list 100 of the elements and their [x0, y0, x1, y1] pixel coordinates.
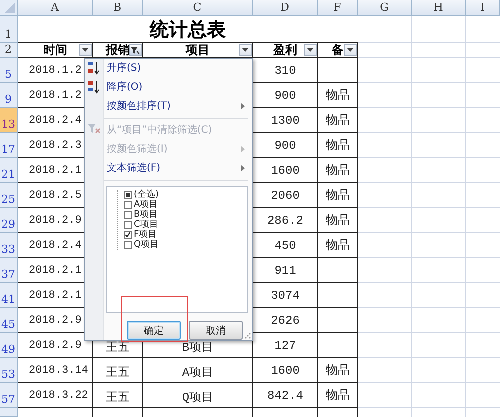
checkbox[interactable] — [124, 190, 132, 199]
menu-item[interactable]: 按颜色排序(T) — [104, 96, 248, 116]
filter-button[interactable] — [304, 44, 317, 56]
table-cell-text: 物品 — [326, 363, 350, 379]
checkbox-label: A项目 — [134, 200, 158, 210]
row-header[interactable]: 57 — [0, 383, 18, 408]
menu-item[interactable]: 升序(S) — [104, 59, 248, 78]
clear-filter-icon — [87, 122, 101, 135]
table-cell-text: 物品 — [326, 113, 350, 129]
column-header[interactable]: I — [466, 0, 500, 16]
checkbox-label: B项目 — [134, 210, 158, 220]
table-cell-text: 物品 — [326, 388, 350, 404]
sort-ascending-icon — [87, 61, 101, 75]
ok-button[interactable]: 确定 — [127, 321, 181, 340]
table-cell: 450 — [274, 238, 296, 252]
table-cell: 2060 — [271, 188, 300, 202]
checkbox[interactable] — [124, 220, 132, 229]
column-header[interactable]: H — [412, 0, 466, 16]
table-cell: 286.2 — [267, 214, 304, 228]
sort-descending-icon — [87, 80, 101, 94]
table-cell: 842.4 — [267, 388, 304, 402]
table-cell: 2018.2.4 — [29, 114, 82, 126]
menu-item[interactable]: 文本筛选(F) — [104, 158, 248, 178]
column-header[interactable]: D — [253, 0, 318, 16]
cancel-button[interactable]: 取消 — [189, 321, 243, 340]
column-header[interactable]: G — [358, 0, 412, 16]
table-cell-text: 王五 — [106, 340, 130, 356]
checkbox-label: (全选) — [134, 190, 160, 200]
table-cell: 2018.1.2 — [29, 64, 82, 76]
menu-item[interactable]: 降序(O) — [104, 78, 248, 97]
filter-icon — [131, 46, 140, 54]
table-cell: 900 — [274, 138, 296, 152]
table-cell-text: B项目 — [182, 340, 214, 356]
table-cell: 2018.3.14 — [29, 364, 88, 376]
filter-button[interactable] — [344, 44, 357, 56]
table-cell-text: 物品 — [326, 188, 350, 204]
table-cell: 2018.2.1 — [29, 264, 82, 276]
checkbox[interactable] — [124, 230, 132, 239]
table-title: 统计总表 — [150, 18, 226, 42]
row-header[interactable]: 25 — [0, 183, 18, 208]
column-heading: 备 — [332, 42, 344, 59]
table-cell: 2018.2.9 — [29, 340, 82, 352]
table-cell-text: 物品 — [326, 213, 350, 229]
column-heading: 盈利 — [274, 42, 298, 59]
row-header[interactable]: 49 — [0, 333, 18, 358]
column-heading: 时间 — [44, 42, 68, 59]
row-header[interactable]: 53 — [0, 358, 18, 383]
table-cell: 2018.2.1 — [29, 164, 82, 176]
row-header[interactable]: 21 — [0, 158, 18, 183]
table-cell-text: 物品 — [326, 138, 350, 154]
filter-button[interactable] — [79, 44, 92, 56]
table-cell: 1300 — [271, 114, 300, 128]
table-cell-text: 王五 — [106, 365, 130, 381]
column-header[interactable]: F — [318, 0, 358, 16]
table-cell-text: Q项目 — [182, 390, 214, 406]
filter-button[interactable] — [129, 44, 142, 56]
highlight-frame — [121, 296, 188, 342]
table-cell: 127 — [274, 338, 296, 352]
filter-button[interactable] — [239, 44, 252, 56]
row-header[interactable]: 1 — [0, 16, 18, 43]
checkbox-label: Q项目 — [134, 240, 160, 250]
table-cell: 911 — [274, 264, 296, 278]
column-header[interactable]: A — [18, 0, 93, 16]
table-cell-text: 物品 — [326, 163, 350, 179]
column-header[interactable]: B — [93, 0, 143, 16]
row-header[interactable]: 9 — [0, 83, 18, 108]
checkbox[interactable] — [124, 200, 132, 209]
dropdown-arrow-icon — [307, 48, 314, 52]
column-header[interactable]: C — [143, 0, 253, 16]
row-header[interactable]: 5 — [0, 58, 18, 83]
dropdown-arrow-icon — [82, 48, 89, 52]
row-header[interactable]: 37 — [0, 258, 18, 283]
row-header[interactable]: 45 — [0, 308, 18, 333]
column-heading: 项目 — [186, 42, 210, 59]
table-cell-text: 王五 — [106, 390, 130, 406]
row-header[interactable]: 29 — [0, 208, 18, 233]
table-cell: 2018.3.22 — [29, 390, 88, 402]
row-header[interactable]: 2 — [0, 43, 18, 58]
table-cell: 2018.2.1 — [29, 290, 82, 302]
checkmark-icon — [125, 230, 131, 239]
row-header[interactable]: 13 — [0, 108, 18, 133]
row-header[interactable]: 17 — [0, 133, 18, 158]
table-cell-text: 物品 — [326, 238, 350, 254]
table-cell: 2018.2.9 — [29, 214, 82, 226]
table-cell: 2018.1.2 — [29, 90, 82, 102]
row-header[interactable]: 33 — [0, 233, 18, 258]
table-cell: 2626 — [271, 314, 300, 328]
dropdown-arrow-icon — [242, 48, 249, 52]
row-header[interactable]: 41 — [0, 283, 18, 308]
table-cell-text: 物品 — [326, 88, 350, 104]
checkbox-label: F项目 — [134, 230, 158, 240]
dropdown-arrow-icon — [347, 48, 354, 52]
table-cell-text: A项目 — [182, 365, 214, 381]
resize-grip-icon — [245, 333, 251, 339]
table-cell: 2018.2.3 — [29, 140, 82, 152]
table-cell: 900 — [274, 88, 296, 102]
checkbox[interactable] — [124, 210, 132, 219]
table-cell: 2018.2.4 — [29, 240, 82, 252]
table-cell: 2018.2.9 — [29, 314, 82, 326]
checkbox[interactable] — [124, 240, 132, 249]
